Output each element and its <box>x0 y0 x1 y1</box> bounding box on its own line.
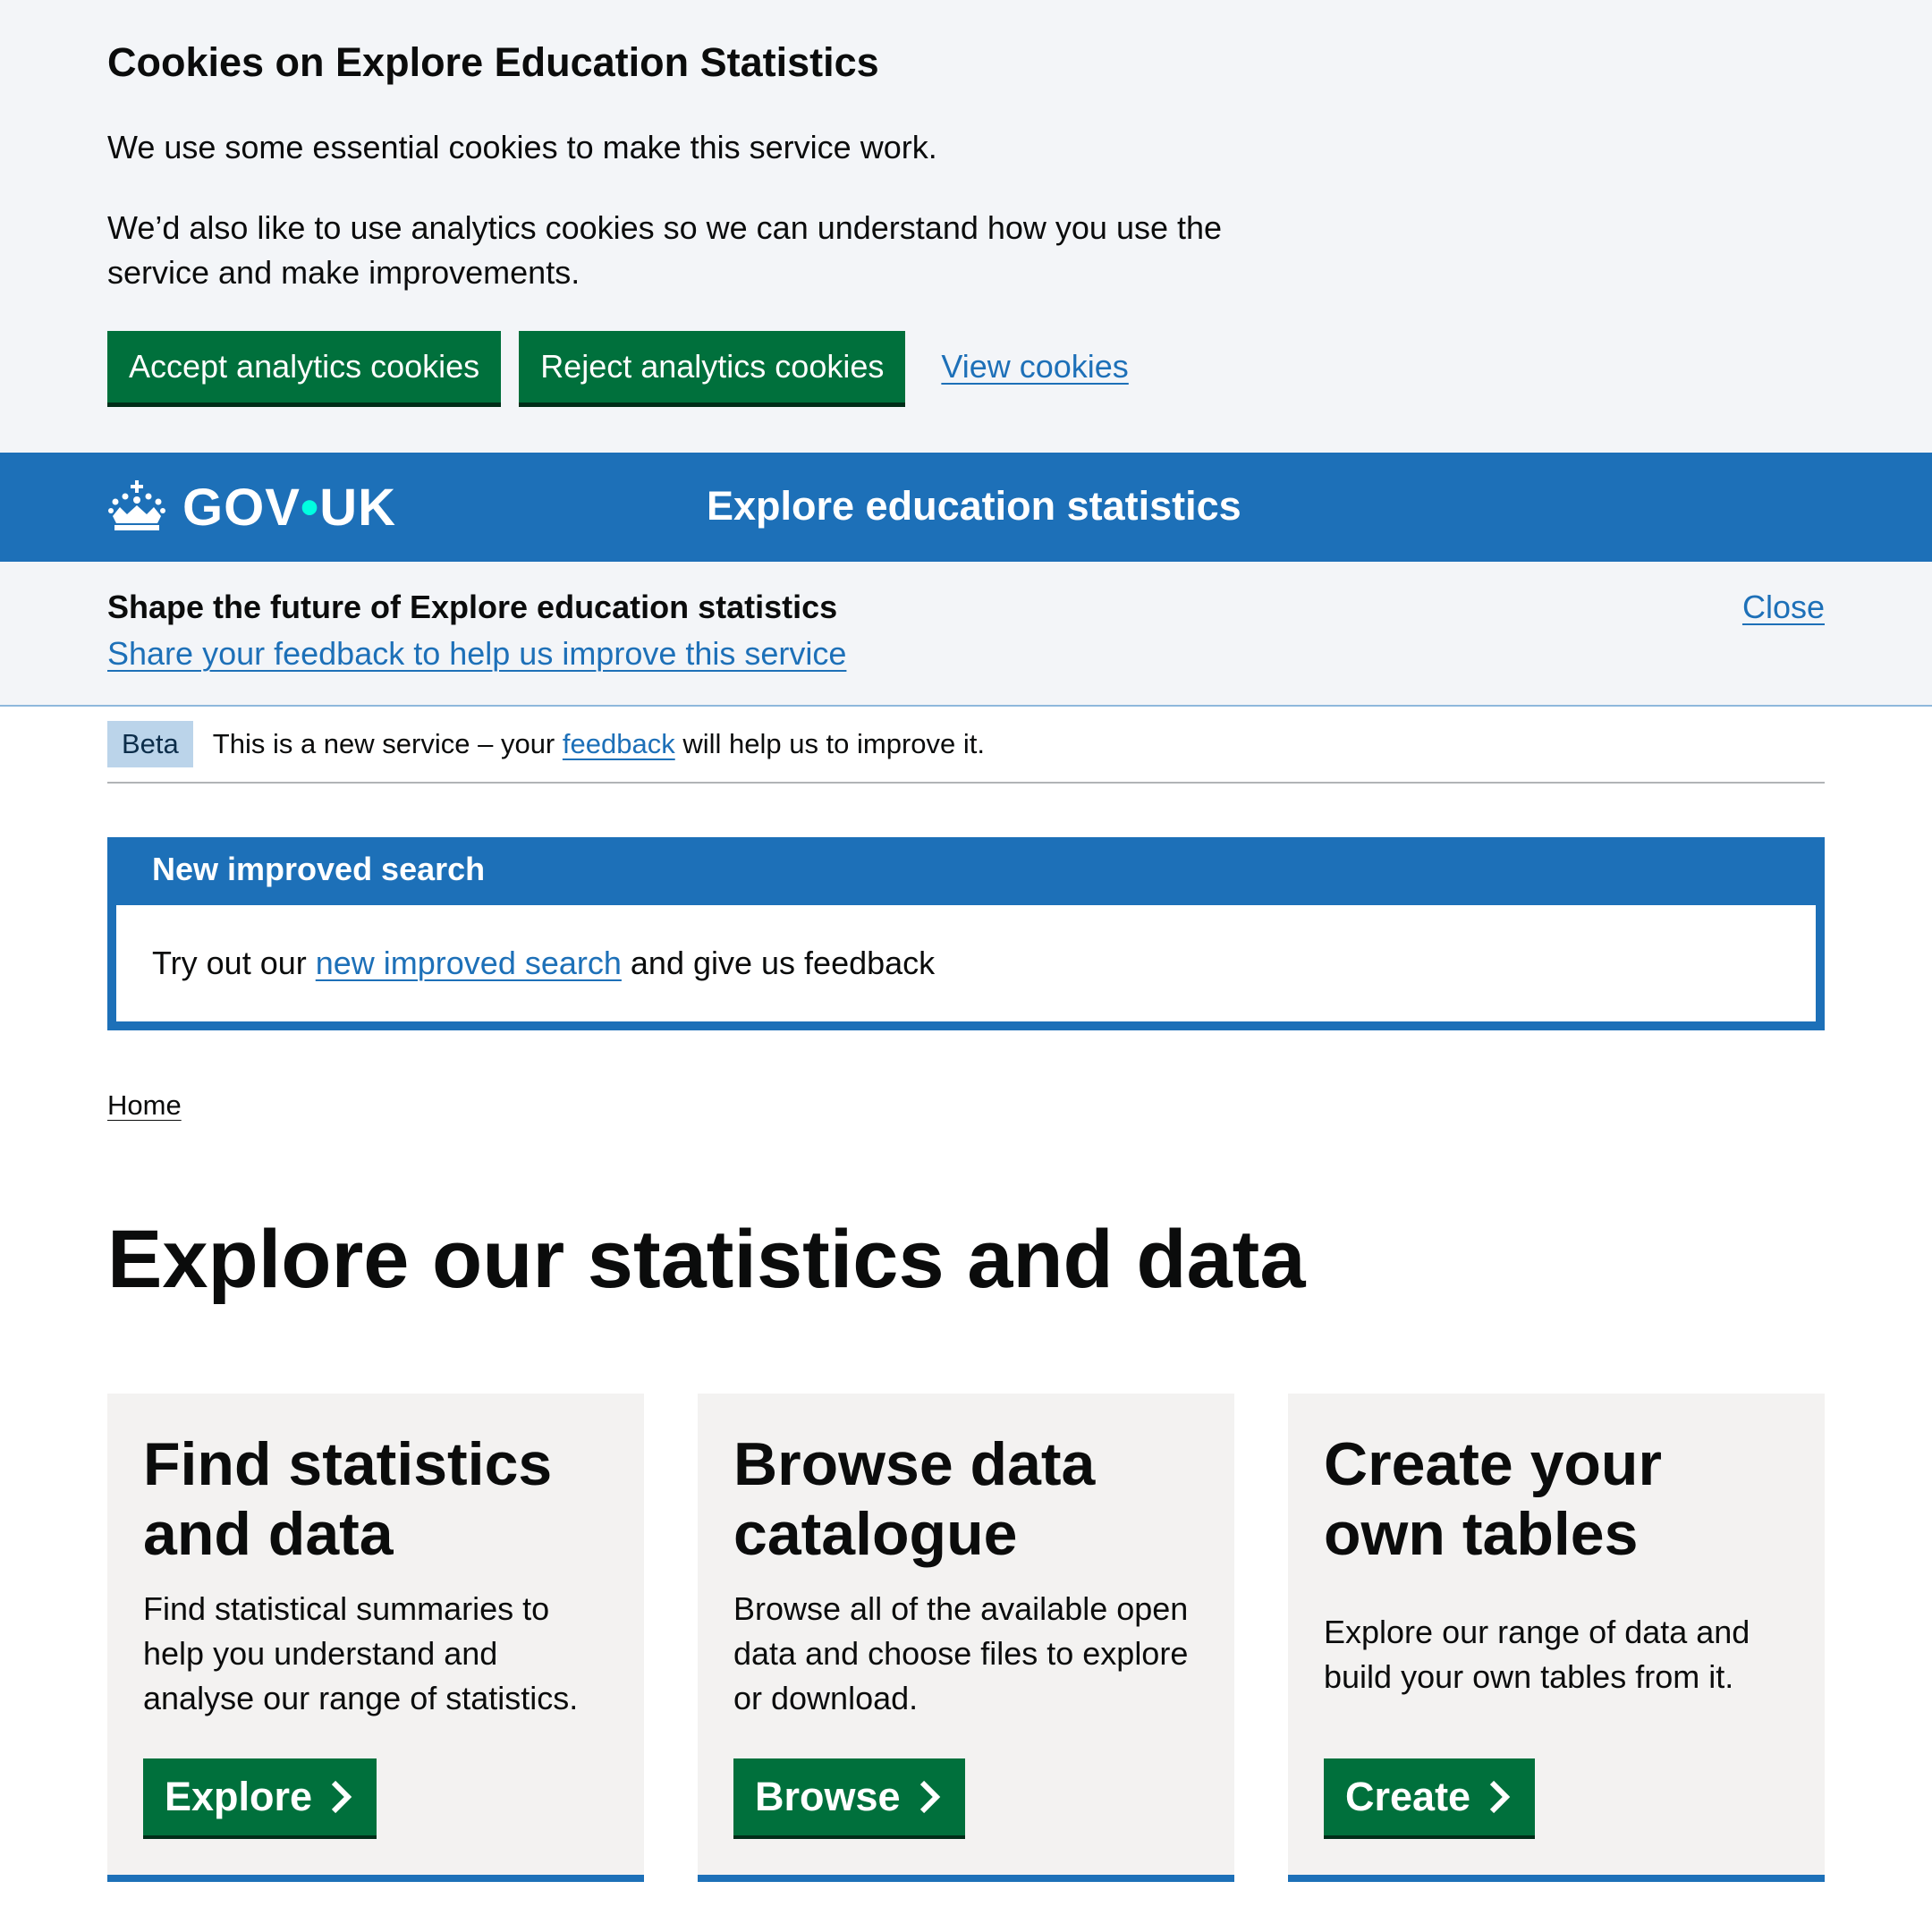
explore-button-label: Explore <box>165 1774 313 1819</box>
chevron-right-icon <box>919 1780 940 1814</box>
breadcrumb-home-link[interactable]: Home <box>107 1089 182 1121</box>
site-header: GOV•UK Explore education statistics <box>0 453 1932 562</box>
card-description: Explore our range of data and build your… <box>1324 1614 1750 1695</box>
notification-body: Try out our new improved search and give… <box>152 945 936 981</box>
govuk-logotype: GOV•UK <box>182 478 397 537</box>
notification-title: New improved search <box>107 837 1825 905</box>
card-browse-data-catalogue: Browse data catalogue Browse all of the … <box>698 1394 1234 1882</box>
new-search-notification: New improved search Try out our new impr… <box>107 837 1825 1030</box>
card-title: Find statistics and data <box>143 1430 553 1568</box>
cookie-banner: Cookies on Explore Education Statistics … <box>0 0 1932 453</box>
phase-feedback-link[interactable]: feedback <box>563 728 675 759</box>
phase-banner-text: This is a new service – your feedback wi… <box>212 728 986 759</box>
browse-button[interactable]: Browse <box>733 1758 965 1835</box>
card-description: Browse all of the available open data an… <box>733 1590 1189 1716</box>
card-title: Create your own tables <box>1324 1430 1662 1568</box>
cookie-banner-text-essential: We use some essential cookies to make th… <box>107 129 937 165</box>
accept-cookies-button[interactable]: Accept analytics cookies <box>107 331 502 402</box>
service-name-link[interactable]: Explore education statistics <box>707 483 1241 530</box>
card-title: Browse data catalogue <box>733 1430 1096 1568</box>
view-cookies-link[interactable]: View cookies <box>941 348 1128 386</box>
survey-feedback-link[interactable]: Share your feedback to help us improve t… <box>107 631 846 676</box>
survey-title: Shape the future of Explore education st… <box>107 589 838 625</box>
create-button[interactable]: Create <box>1324 1758 1536 1835</box>
explore-button[interactable]: Explore <box>143 1758 377 1835</box>
govuk-logo-link[interactable]: GOV•UK <box>107 478 396 538</box>
chevron-right-icon <box>331 1780 352 1814</box>
breadcrumb: Home <box>107 1089 1825 1122</box>
cookie-banner-title: Cookies on Explore Education Statistics <box>107 39 879 85</box>
survey-close-link[interactable]: Close <box>1742 585 1825 630</box>
card-find-statistics: Find statistics and data Find statistica… <box>107 1394 644 1882</box>
card-description: Find statistical summaries to help you u… <box>143 1590 579 1716</box>
chevron-right-icon <box>1489 1780 1511 1814</box>
feedback-survey-banner: Shape the future of Explore education st… <box>0 562 1932 707</box>
create-button-label: Create <box>1345 1774 1471 1819</box>
crown-icon <box>108 480 165 530</box>
cookie-banner-text-analytics: We’d also like to use analytics cookies … <box>107 209 1223 291</box>
new-search-link[interactable]: new improved search <box>316 945 622 981</box>
reject-cookies-button[interactable]: Reject analytics cookies <box>519 331 906 402</box>
phase-banner: Beta This is a new service – your feedba… <box>107 707 1825 784</box>
cookie-banner-actions: Accept analytics cookies Reject analytic… <box>107 331 1825 402</box>
card-create-tables: Create your own tables Explore our range… <box>1288 1394 1825 1882</box>
card-group: Find statistics and data Find statistica… <box>107 1394 1825 1882</box>
beta-tag: Beta <box>107 721 193 767</box>
browse-button-label: Browse <box>755 1774 901 1819</box>
page-title: Explore our statistics and data <box>107 1214 1306 1305</box>
